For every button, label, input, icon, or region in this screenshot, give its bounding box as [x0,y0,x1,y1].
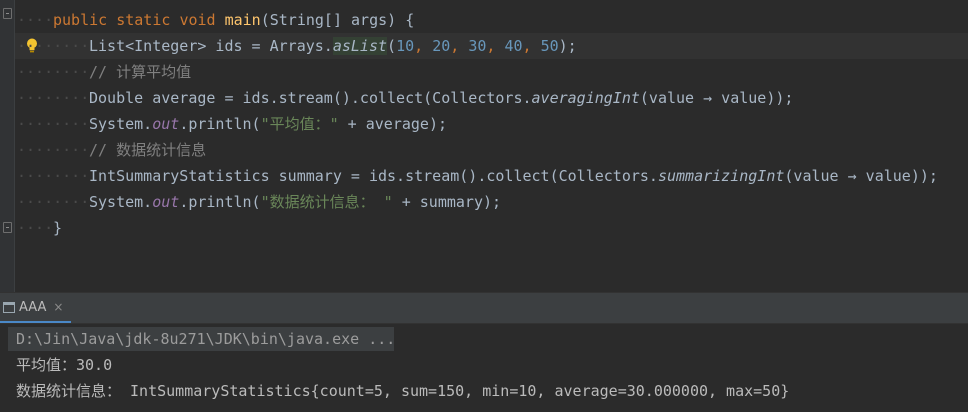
indent-guide: ········ [17,89,90,107]
keyword-token: void [179,11,216,29]
code-text: value)); [712,89,794,107]
code-line-8[interactable]: ········ System.out.println("数据统计信息： " + … [15,189,968,215]
code-line-2[interactable]: ········ List<Integer> ids = Arrays.asLis… [15,33,968,59]
comment-token: // 数据统计信息 [89,141,207,159]
static-field-token: out [152,193,180,211]
run-window-icon [3,301,15,313]
arrow-token: → [703,89,713,107]
keyword-token: public [53,11,108,29]
indent-guide: ········ [17,167,90,185]
fold-marker-icon[interactable] [3,8,12,19]
indent-guide: ···· [17,11,54,29]
code-editor[interactable]: ···· public static void main(String[] arg… [0,0,968,292]
separator-token: , [414,37,433,55]
code-line-7[interactable]: ········ IntSummaryStatistics summary = i… [15,163,968,189]
indent-guide: ········ [17,141,90,159]
code-text: (value [639,89,704,107]
number-token: 50 [540,37,559,55]
method-name-token: main [224,11,261,29]
run-tab[interactable]: AAA × [0,293,72,323]
comment-token: // 计算平均值 [89,63,192,81]
static-method-token: asList [332,37,388,55]
editor-scrollbar[interactable] [960,0,968,292]
console-output-line: 平均值：30.0 [16,356,113,374]
code-text: System. [89,115,153,133]
code-line-6[interactable]: ········// 数据统计信息 [15,137,968,163]
code-text: IntSummaryStatistics summary = ids.strea… [89,167,658,185]
number-token: 20 [432,37,451,55]
close-icon[interactable]: × [53,300,63,314]
arrow-token: → [847,167,857,185]
number-token: 10 [396,37,415,55]
indent-guide: ········ [17,37,90,55]
indent-guide: ········ [17,193,90,211]
indent-guide: ········ [17,63,90,81]
code-text: Double average = ids.stream().collect(Co… [89,89,532,107]
separator-token: , [450,37,469,55]
fold-marker-icon[interactable] [3,222,12,233]
code-line-3[interactable]: ········// 计算平均值 [15,59,968,85]
code-line-5[interactable]: ········ System.out.println("平均值：" + aver… [15,111,968,137]
editor-gutter [0,0,15,292]
run-tool-window-header: AAA × [0,293,968,324]
number-token: 40 [504,37,523,55]
code-text: ( [387,37,397,55]
static-method-token: summarizingInt [657,167,785,185]
code-text: ); [558,37,577,55]
code-text: .println( [179,115,261,133]
code-text: List<Integer> ids = Arrays. [89,37,333,55]
closing-brace: } [53,219,63,237]
code-text: value)); [856,167,938,185]
code-text: + average); [338,115,448,133]
code-text: (String[] args) { [260,11,415,29]
code-line-1[interactable]: ···· public static void main(String[] arg… [15,7,968,33]
console-command-line[interactable]: D:\Jin\Java\jdk-8u271\JDK\bin\java.exe .… [16,326,395,352]
string-token: "数据统计信息： " [260,193,393,211]
separator-token: , [486,37,505,55]
console-output-line: 数据统计信息： IntSummaryStatistics{count=5, su… [16,382,790,400]
code-text: + summary); [392,193,502,211]
indent-guide: ···· [17,219,54,237]
run-console[interactable]: D:\Jin\Java\jdk-8u271\JDK\bin\java.exe .… [0,324,968,412]
code-line-4[interactable]: ········ Double average = ids.stream().co… [15,85,968,111]
separator-token: , [522,37,541,55]
string-token: "平均值：" [260,115,339,133]
run-tab-label: AAA [19,299,47,315]
indent-guide: ········ [17,115,90,133]
code-text: .println( [179,193,261,211]
static-method-token: averagingInt [531,89,640,107]
keyword-token: static [116,11,171,29]
static-field-token: out [152,115,180,133]
code-text: (value [784,167,848,185]
code-line-9[interactable]: ····} [15,215,968,241]
code-text: System. [89,193,153,211]
number-token: 30 [468,37,487,55]
